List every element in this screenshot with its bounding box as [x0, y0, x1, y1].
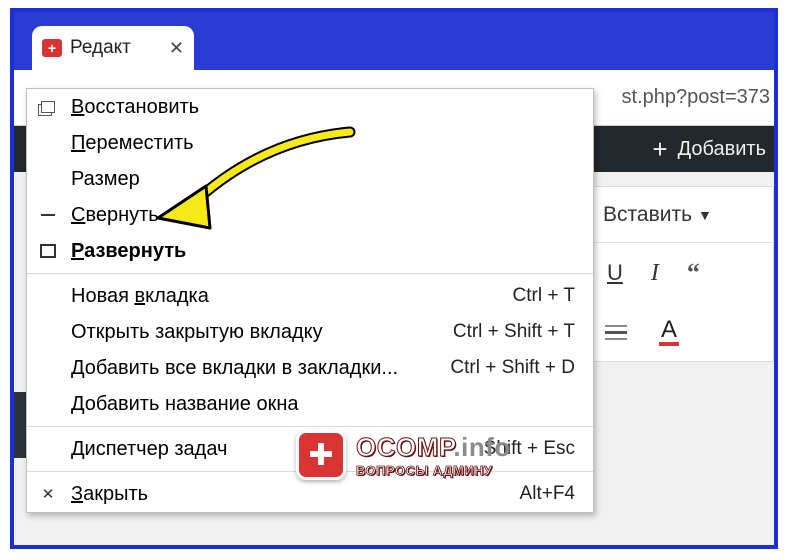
tab-favicon — [42, 39, 62, 57]
menu-reopen-tab[interactable]: Открыть закрытую вкладку Ctrl + Shift + … — [27, 314, 593, 350]
menu-size[interactable]: Размер — [27, 161, 593, 197]
menu-move[interactable]: Переместить — [27, 125, 593, 161]
menu-minimize[interactable]: Свернуть — [27, 197, 593, 233]
window-context-menu: Восстановить Переместить Размер Свернуть… — [26, 88, 594, 513]
menu-bookmark-all[interactable]: Добавить все вкладки в закладки... Ctrl … — [27, 350, 593, 386]
text-color-button[interactable]: A — [659, 318, 679, 346]
menu-task-manager[interactable]: Диспетчер задач Shift + Esc — [27, 431, 593, 467]
menu-name-window[interactable]: Добавить название окна — [27, 386, 593, 422]
maximize-icon — [39, 242, 57, 260]
plus-icon: + — [652, 134, 667, 165]
menu-new-tab[interactable]: Новая вкладка Ctrl + T — [27, 278, 593, 314]
editor-toolbar-panel: Вставить ▼ U I “ A — [588, 186, 774, 362]
browser-titlebar[interactable]: Редакт ✕ — [14, 12, 774, 70]
menu-separator — [27, 273, 593, 274]
hr-button[interactable] — [605, 325, 627, 340]
browser-tab[interactable]: Редакт ✕ — [32, 26, 194, 70]
wp-add-label: Добавить — [678, 138, 766, 161]
minimize-icon — [39, 206, 57, 224]
tab-close-icon[interactable]: ✕ — [169, 38, 184, 59]
close-icon — [39, 485, 57, 503]
insert-dropdown[interactable]: Вставить ▼ — [589, 187, 773, 243]
wp-add-new[interactable]: + Добавить — [646, 134, 772, 165]
menu-separator — [27, 426, 593, 427]
tab-title: Редакт — [70, 37, 161, 59]
menu-separator — [27, 471, 593, 472]
insert-label: Вставить — [603, 203, 692, 227]
blockquote-button[interactable]: “ — [687, 258, 700, 288]
italic-button[interactable]: I — [651, 260, 659, 287]
menu-maximize[interactable]: Развернуть — [27, 233, 593, 269]
restore-icon — [39, 98, 57, 116]
window-frame: Редакт ✕ st.php?post=373 + Добавить Вста… — [10, 8, 778, 549]
caret-down-icon: ▼ — [698, 207, 712, 223]
url-fragment: st.php?post=373 — [622, 86, 774, 109]
menu-restore[interactable]: Восстановить — [27, 89, 593, 125]
menu-close[interactable]: Закрыть Alt+F4 — [27, 476, 593, 512]
underline-button[interactable]: U — [607, 260, 623, 286]
